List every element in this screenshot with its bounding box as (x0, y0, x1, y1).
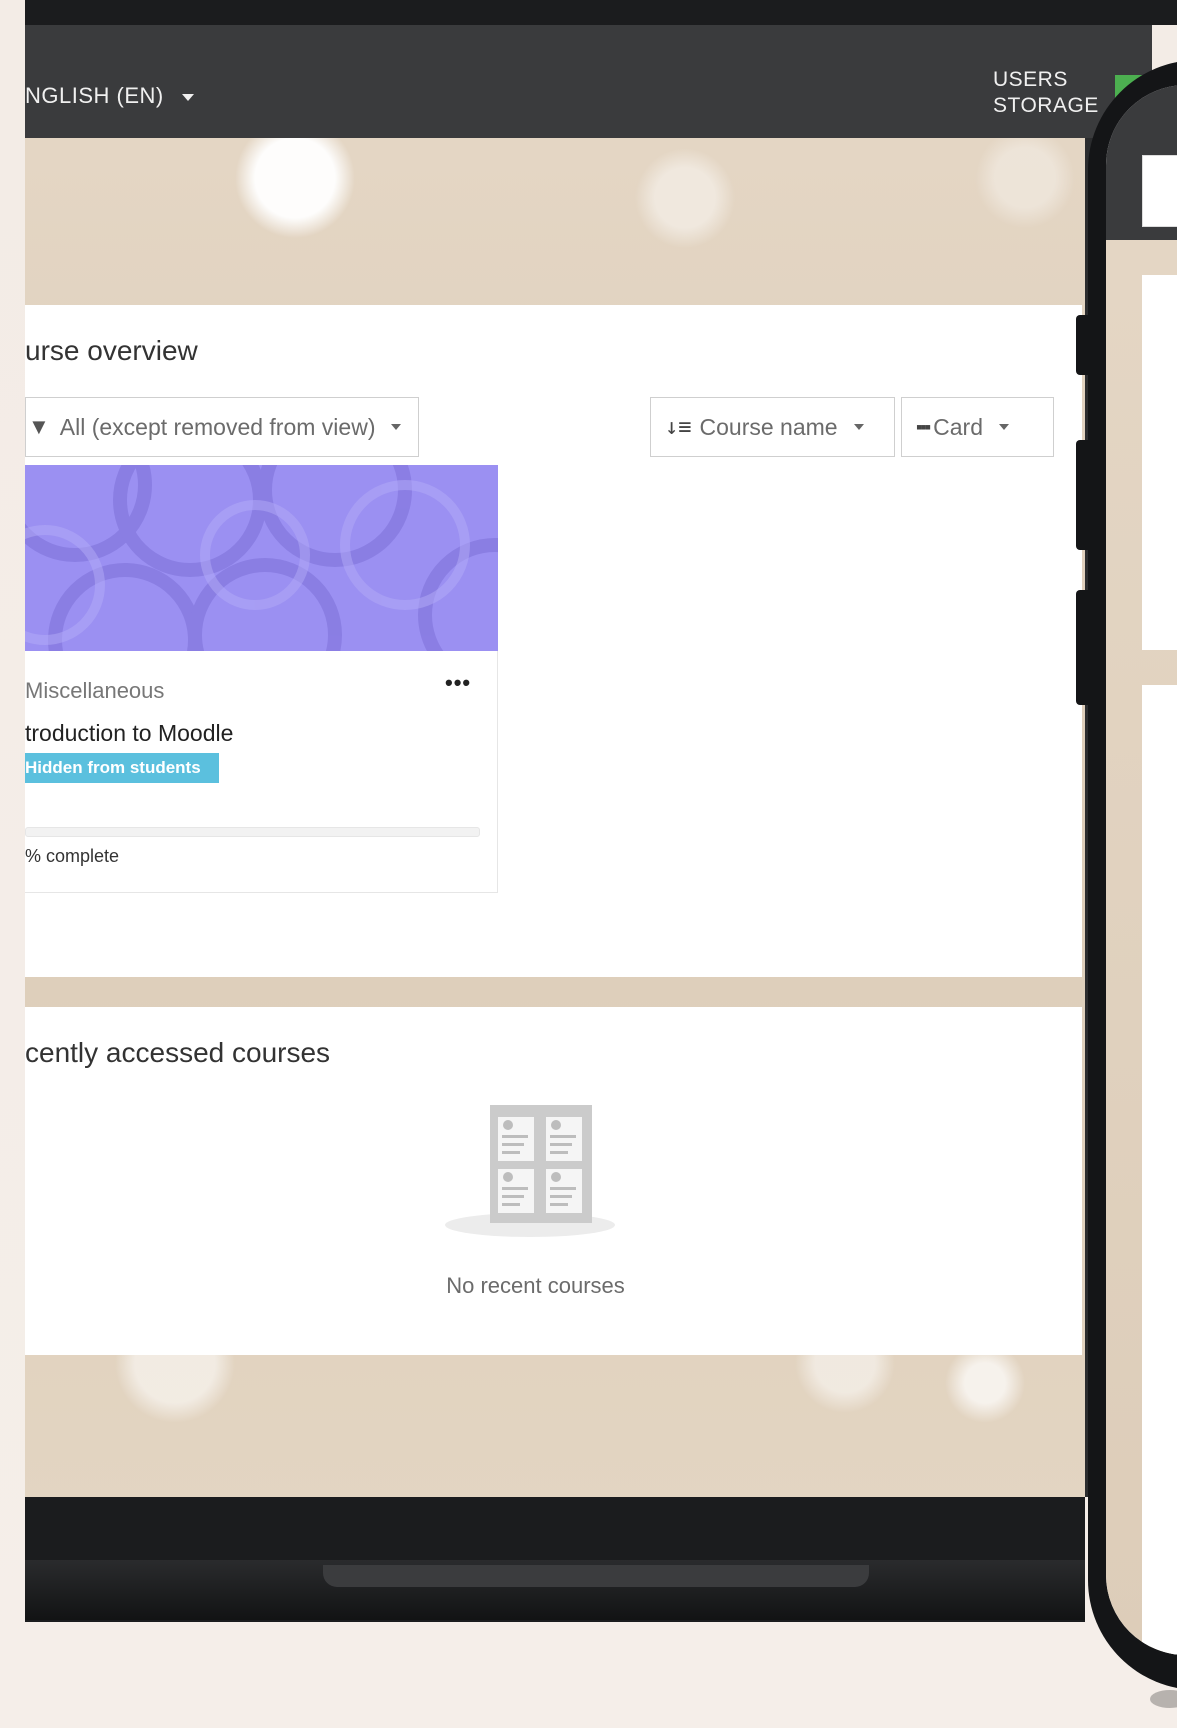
users-label: USERS (993, 68, 1068, 91)
sort-dropdown-label: Course name (699, 413, 838, 440)
more-dots-icon[interactable]: ••• (445, 670, 471, 696)
hidden-badge: Hidden from students (25, 753, 219, 783)
empty-state-text: No recent courses (446, 1273, 625, 1298)
sort-icon: ↓≡ (665, 414, 692, 440)
course-category: Miscellaneous (25, 678, 165, 703)
caret-down-icon (391, 424, 402, 430)
storage-label: STORAGE (993, 94, 1099, 117)
grid-icon: ▪▪▪ (916, 416, 931, 437)
course-name-link[interactable]: troduction to Moodle (25, 720, 233, 747)
language-menu[interactable]: NGLISH (EN) (25, 83, 195, 109)
sort-dropdown[interactable]: ↓≡ Course name (650, 397, 895, 457)
phone-panel (1142, 685, 1177, 1655)
stage: NGLISH (EN) USERS STORAGE urse overview … (0, 0, 1177, 1728)
top-navbar: NGLISH (EN) USERS STORAGE (25, 25, 1152, 138)
laptop-bezel-top (25, 0, 1177, 25)
phone-shadow (1150, 1690, 1177, 1708)
course-card-image[interactable] (25, 465, 498, 651)
recent-courses-title: cently accessed courses (25, 1037, 331, 1068)
filter-dropdown[interactable]: ▼ All (except removed from view) (25, 397, 419, 457)
laptop-hinge (323, 1565, 869, 1587)
course-overview-title: urse overview (25, 335, 198, 366)
filter-dropdown-label: All (except removed from view) (59, 413, 376, 440)
view-dropdown[interactable]: ▪▪▪ Card (901, 397, 1054, 457)
phone-search-input[interactable] (1142, 155, 1177, 227)
progress-bar (25, 827, 480, 837)
course-card[interactable]: Miscellaneous ••• troduction to Moodle H… (25, 465, 498, 893)
language-label: NGLISH (EN) (25, 83, 164, 108)
laptop-screen: NGLISH (EN) USERS STORAGE urse overview … (25, 25, 1152, 1497)
view-dropdown-label: Card (933, 413, 984, 440)
phone-panel (1142, 275, 1177, 650)
caret-down-icon (182, 93, 195, 101)
no-courses-illustration (430, 1103, 630, 1238)
progress-text: % complete (25, 846, 120, 866)
caret-down-icon (853, 424, 864, 430)
usage-indicator: USERS STORAGE (993, 67, 1099, 119)
caret-down-icon (999, 424, 1010, 430)
phone-screen (1106, 85, 1177, 1655)
filter-icon: ▼ (28, 414, 50, 439)
